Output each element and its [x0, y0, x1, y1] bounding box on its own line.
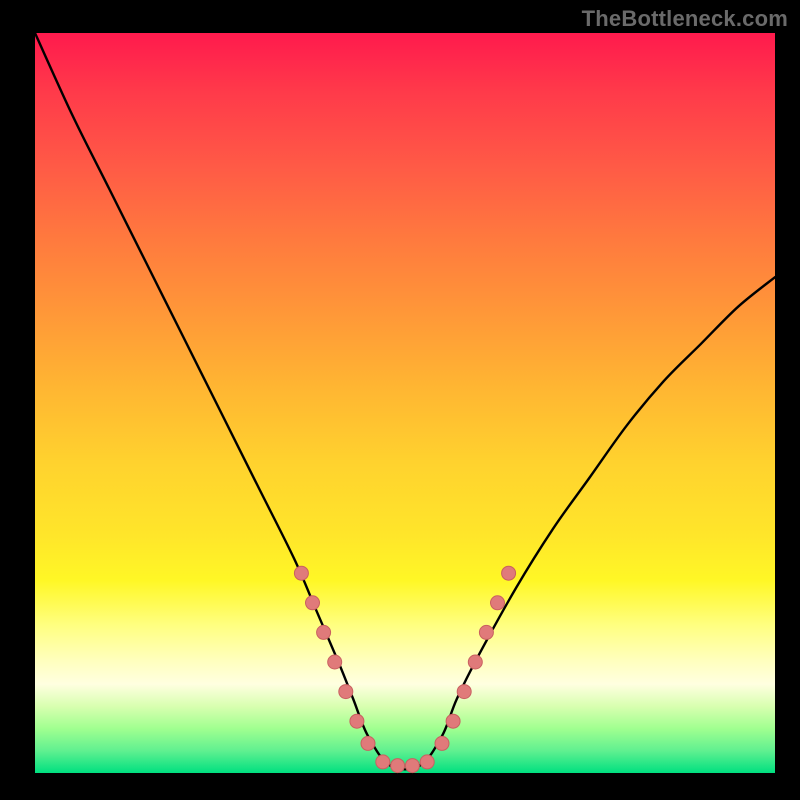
curve-marker — [376, 755, 390, 769]
curve-marker — [294, 566, 308, 580]
marker-layer — [294, 566, 515, 772]
curve-marker — [317, 625, 331, 639]
curve-marker — [502, 566, 516, 580]
curve-marker — [361, 736, 375, 750]
curve-marker — [446, 714, 460, 728]
curve-marker — [435, 736, 449, 750]
curve-marker — [491, 596, 505, 610]
curve-marker — [479, 625, 493, 639]
watermark-text: TheBottleneck.com — [582, 6, 788, 32]
chart-svg — [35, 33, 775, 773]
curve-marker — [457, 685, 471, 699]
curve-marker — [420, 755, 434, 769]
outer-frame: TheBottleneck.com — [0, 0, 800, 800]
curve-marker — [328, 655, 342, 669]
curve-marker — [339, 685, 353, 699]
curve-marker — [350, 714, 364, 728]
curve-marker — [468, 655, 482, 669]
curve-marker — [391, 759, 405, 773]
bottleneck-curve — [35, 33, 775, 769]
curve-layer — [35, 33, 775, 769]
curve-marker — [405, 759, 419, 773]
curve-marker — [306, 596, 320, 610]
